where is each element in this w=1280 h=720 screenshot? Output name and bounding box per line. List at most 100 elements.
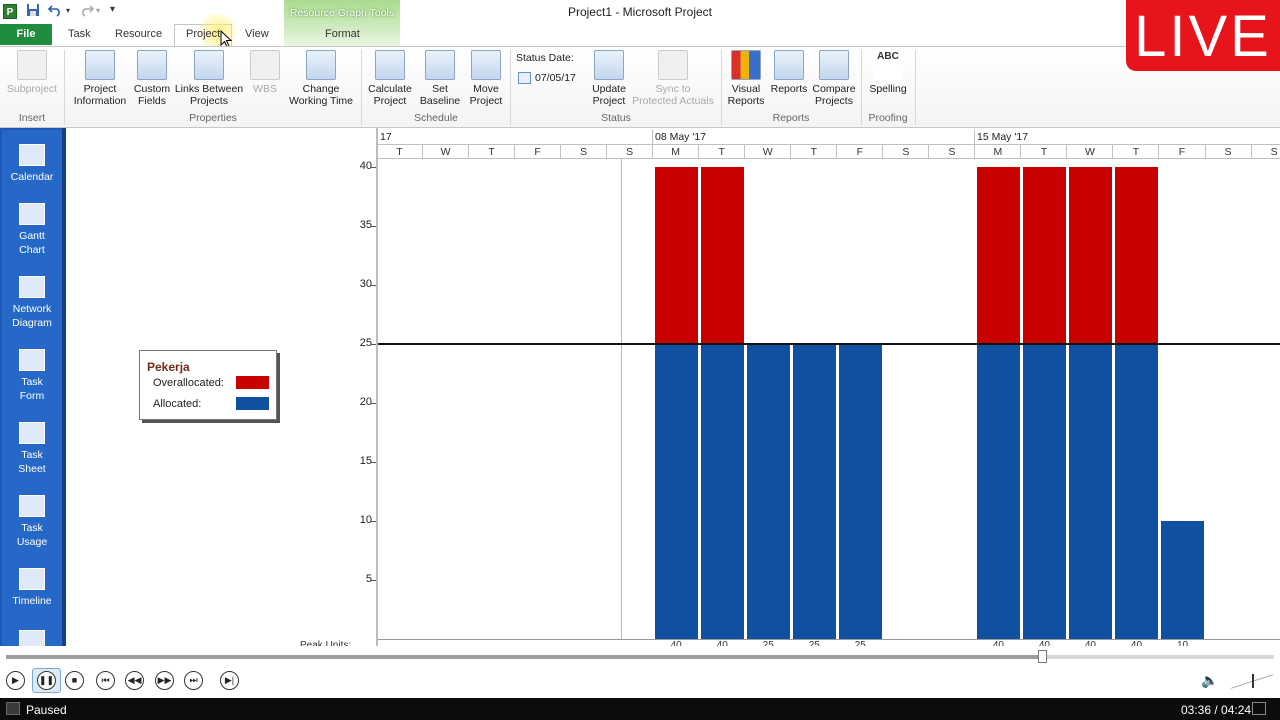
- reports-icon: [774, 50, 804, 80]
- peak-units-value: 40: [992, 640, 1004, 646]
- overallocated-bar[interactable]: [1068, 167, 1112, 344]
- visual-reports-button[interactable]: Visual Reports: [724, 50, 768, 107]
- skip-forward-icon[interactable]: ⏭: [184, 671, 203, 690]
- tab-project[interactable]: Project: [186, 28, 220, 40]
- peak-units-value: 25: [808, 640, 820, 646]
- legend-resource-name: Pekerja: [147, 360, 190, 374]
- legend-allocated-label: Allocated:: [153, 398, 202, 410]
- group-label-properties: Properties: [189, 112, 237, 124]
- tab-file[interactable]: File: [0, 24, 52, 45]
- viewbar-item-calendar[interactable]: Calendar: [2, 144, 62, 184]
- y-tick-mark: [370, 344, 376, 345]
- timescale-day-cell: S: [1252, 145, 1280, 159]
- group-separator: [915, 50, 916, 125]
- player-logo-icon: [6, 702, 20, 715]
- compare-projects-button[interactable]: Compare Projects: [810, 50, 858, 107]
- live-badge: LIVE: [1126, 0, 1280, 71]
- timescale-day-cell: S: [561, 145, 608, 159]
- fullscreen-icon[interactable]: [1252, 702, 1266, 715]
- seek-thumb[interactable]: [1038, 650, 1047, 663]
- timescale-major-label: 08 May '17: [655, 131, 707, 143]
- custom-fields-button[interactable]: Custom Fields: [130, 50, 174, 107]
- overallocated-bar[interactable]: [1114, 167, 1158, 344]
- play-icon[interactable]: ▶: [6, 671, 25, 690]
- volume-icon[interactable]: 🔈: [1201, 672, 1218, 689]
- group-label-proofing: Proofing: [868, 112, 908, 124]
- frame-step-icon[interactable]: ▶|: [220, 671, 239, 690]
- overallocated-bar[interactable]: [700, 167, 744, 344]
- y-tick-label: 30: [359, 278, 372, 290]
- group-separator: [510, 50, 511, 125]
- allocated-bar[interactable]: [1068, 344, 1112, 639]
- allocated-bar[interactable]: [746, 344, 790, 639]
- overallocated-bar[interactable]: [976, 167, 1020, 344]
- player-status-bar: [0, 698, 1280, 720]
- network-diagram-icon: [19, 276, 45, 298]
- viewbar-item-task-sheet[interactable]: Task Sheet: [2, 422, 62, 476]
- viewbar-item-task-usage[interactable]: Task Usage: [2, 495, 62, 549]
- fast-forward-icon[interactable]: ▶▶: [155, 671, 174, 690]
- allocated-bar[interactable]: [976, 344, 1020, 639]
- links-between-projects-button[interactable]: Links Between Projects: [172, 50, 246, 107]
- volume-thumb[interactable]: [1252, 674, 1254, 688]
- timescale-day-cell: F: [1160, 145, 1206, 159]
- tab-view[interactable]: View: [245, 28, 269, 40]
- peak-units-value: 40: [716, 640, 728, 646]
- change-working-time-button[interactable]: Change Working Time: [284, 50, 358, 107]
- pause-icon[interactable]: ❚❚: [37, 671, 56, 690]
- move-project-button[interactable]: Move Project: [464, 50, 508, 107]
- allocated-bar[interactable]: [1161, 521, 1205, 639]
- overallocated-bar[interactable]: [654, 167, 698, 344]
- task-form-icon: [19, 349, 45, 371]
- timescale-major-label: 15 May '17: [977, 131, 1029, 143]
- wbs-button[interactable]: WBS: [248, 50, 282, 95]
- spelling-button[interactable]: ABC Spelling: [864, 50, 912, 95]
- calculate-project-button[interactable]: Calculate Project: [364, 50, 416, 107]
- subproject-button[interactable]: Subproject: [4, 50, 60, 95]
- viewbar-item-gantt-chart[interactable]: Gantt Chart: [2, 203, 62, 257]
- viewbar-item-network-diagram[interactable]: Network Diagram: [2, 276, 62, 330]
- allocated-bar[interactable]: [838, 344, 882, 639]
- y-tick-mark: [370, 403, 376, 404]
- timescale-day-cell: S: [607, 145, 654, 159]
- subproject-icon: [17, 50, 47, 80]
- viewbar-item-timeline[interactable]: Timeline: [2, 568, 62, 608]
- skip-back-icon[interactable]: ⏮: [96, 671, 115, 690]
- y-tick-label: 15: [359, 455, 372, 467]
- calculate-project-icon: [375, 50, 405, 80]
- reports-button[interactable]: Reports: [768, 50, 810, 95]
- update-project-icon: [594, 50, 624, 80]
- calendar-small-icon[interactable]: [518, 72, 531, 84]
- project-information-icon: [85, 50, 115, 80]
- project-information-button[interactable]: Project Information: [68, 50, 132, 107]
- overallocated-bar[interactable]: [1022, 167, 1066, 344]
- timescale-day-cell: T: [469, 145, 516, 159]
- allocated-bar[interactable]: [700, 344, 744, 639]
- allocated-bar[interactable]: [654, 344, 698, 639]
- move-project-icon: [471, 50, 501, 80]
- timescale-day-cell: F: [515, 145, 562, 159]
- group-separator: [64, 50, 65, 125]
- timescale-day-cell: W: [423, 145, 470, 159]
- status-date-label: Status Date:: [516, 52, 574, 64]
- status-date-value[interactable]: 07/05/17: [535, 72, 576, 84]
- peak-units-value: 10: [1176, 640, 1189, 646]
- viewbar-item-task-form[interactable]: Task Form: [2, 349, 62, 403]
- rewind-icon[interactable]: ◀◀: [125, 671, 144, 690]
- seek-bar-progress: [6, 655, 1042, 659]
- tab-task[interactable]: Task: [68, 28, 91, 40]
- tab-resource[interactable]: Resource: [115, 28, 162, 40]
- allocated-bar[interactable]: [1022, 344, 1066, 639]
- allocated-bar[interactable]: [792, 344, 836, 639]
- sync-to-protected-actuals-button[interactable]: Sync to Protected Actuals: [628, 50, 718, 107]
- stop-icon[interactable]: ■: [65, 671, 84, 690]
- update-project-button[interactable]: Update Project: [586, 50, 632, 107]
- timescale-day-cell: T: [377, 145, 424, 159]
- peak-units-label: Peak Units:: [300, 640, 352, 646]
- allocated-bar[interactable]: [1114, 344, 1158, 639]
- timescale-day-cell: S: [929, 145, 976, 159]
- y-tick-mark: [370, 580, 376, 581]
- set-baseline-button[interactable]: Set Baseline: [414, 50, 466, 107]
- viewbar-item-more[interactable]: [2, 630, 62, 646]
- tab-format[interactable]: Format: [325, 28, 360, 40]
